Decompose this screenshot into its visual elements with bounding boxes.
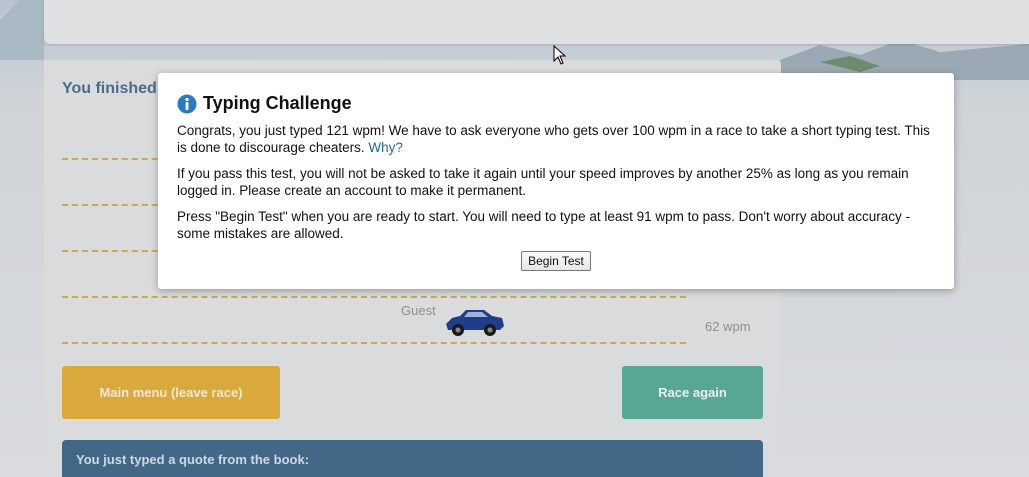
dialog-paragraph: Congrats, you just typed 121 wpm! We hav… [177, 122, 935, 156]
quote-panel: You just typed a quote from the book: [62, 440, 763, 477]
begin-test-button[interactable]: Begin Test [521, 251, 591, 271]
race-title: You finished [62, 80, 157, 97]
dialog-title-text: Typing Challenge [203, 93, 352, 113]
main-menu-button[interactable]: Main menu (leave race) [62, 366, 280, 419]
mouse-cursor-icon [553, 45, 567, 65]
race-again-button[interactable]: Race again [622, 366, 763, 419]
lane-divider [62, 296, 686, 298]
dialog-title: Typing Challenge [177, 93, 935, 114]
typing-challenge-dialog: Typing Challenge Congrats, you just type… [158, 73, 954, 289]
why-link[interactable]: Why? [368, 140, 403, 155]
car-icon [446, 310, 504, 336]
top-panel [44, 0, 1029, 44]
dialog-paragraph: If you pass this test, you will not be a… [177, 166, 909, 198]
dialog-button-row: Begin Test [177, 251, 935, 271]
racer-wpm: 62 wpm [705, 319, 751, 334]
dialog-paragraph: Press "Begin Test" when you are ready to… [177, 209, 911, 241]
racer-name: Guest [401, 303, 436, 318]
lane-divider [62, 342, 686, 344]
quote-label: You just typed a quote from the book: [76, 452, 310, 467]
congrats-text: Congrats, you just typed 121 wpm! We hav… [177, 123, 930, 155]
info-icon [177, 94, 197, 113]
